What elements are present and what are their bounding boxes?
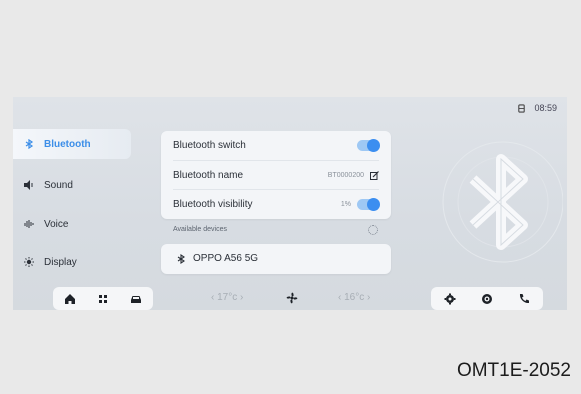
bluetooth-switch-toggle[interactable]	[357, 139, 380, 152]
bluetooth-switch-label: Bluetooth switch	[173, 140, 246, 151]
bluetooth-device-icon	[177, 253, 185, 264]
phone-icon[interactable]	[518, 293, 530, 305]
bluetooth-icon	[24, 138, 34, 150]
sidebar-item-bluetooth[interactable]: Bluetooth	[13, 129, 131, 159]
settings-sidebar: Bluetooth Sound Voice Display	[13, 129, 131, 294]
infotainment-screen: 08:59 Bluetooth Sound Voice Display Blue…	[13, 97, 567, 310]
bluetooth-visibility-value: 1%	[340, 201, 351, 208]
bluetooth-switch-row: Bluetooth switch	[173, 131, 380, 160]
voice-wave-icon	[24, 219, 34, 229]
device-list-item[interactable]: OPPO A56 5G	[161, 244, 391, 274]
figure-code: OMT1E-2052	[456, 360, 571, 381]
clock: 08:59	[534, 103, 557, 113]
sidebar-item-label: Sound	[44, 179, 73, 191]
bluetooth-settings-card: Bluetooth switch Bluetooth name BT000020…	[161, 131, 391, 219]
device-row: OPPO A56 5G	[177, 253, 258, 264]
sidebar-item-label: Display	[44, 256, 77, 268]
bluetooth-watermark-icon	[442, 141, 563, 263]
speaker-icon	[24, 180, 34, 190]
sidebar-item-label: Bluetooth	[44, 138, 91, 150]
sidebar-item-label: Voice	[44, 218, 69, 230]
bluetooth-visibility-label: Bluetooth visibility	[173, 199, 253, 210]
phone-status-icon	[518, 103, 526, 113]
fan-icon[interactable]	[285, 291, 299, 305]
media-icon[interactable]	[481, 293, 493, 305]
car-icon[interactable]	[130, 293, 142, 305]
bluetooth-name-row[interactable]: Bluetooth name BT0000200	[173, 160, 379, 190]
bluetooth-visibility-toggle[interactable]	[357, 198, 380, 211]
brightness-icon	[24, 257, 34, 267]
edit-icon[interactable]	[370, 171, 379, 180]
refresh-spinner-icon[interactable]	[368, 225, 378, 235]
device-name: OPPO A56 5G	[193, 253, 259, 264]
driver-temperature[interactable]: ‹ 17°c ›	[211, 292, 243, 303]
passenger-temperature[interactable]: ‹ 16°c ›	[338, 292, 370, 303]
dock-left-group	[53, 287, 153, 310]
bottom-dock: ‹ 17°c › ‹ 16°c ›	[13, 287, 567, 310]
sidebar-item-voice[interactable]: Voice	[13, 209, 131, 239]
bluetooth-name-value-group: BT0000200	[328, 171, 379, 180]
sidebar-item-sound[interactable]: Sound	[13, 170, 131, 200]
dock-right-group	[431, 287, 543, 310]
bluetooth-visibility-group: 1%	[340, 198, 380, 211]
bluetooth-visibility-row: Bluetooth visibility 1%	[173, 189, 380, 219]
sidebar-item-display[interactable]: Display	[13, 247, 131, 277]
apps-grid-icon[interactable]	[97, 293, 109, 305]
home-icon[interactable]	[64, 293, 76, 305]
bluetooth-name-label: Bluetooth name	[173, 170, 244, 181]
available-devices-label: Available devices	[173, 226, 227, 233]
bluetooth-name-value: BT0000200	[327, 172, 364, 179]
settings-gear-icon[interactable]	[444, 293, 456, 305]
status-bar: 08:59	[517, 103, 557, 113]
